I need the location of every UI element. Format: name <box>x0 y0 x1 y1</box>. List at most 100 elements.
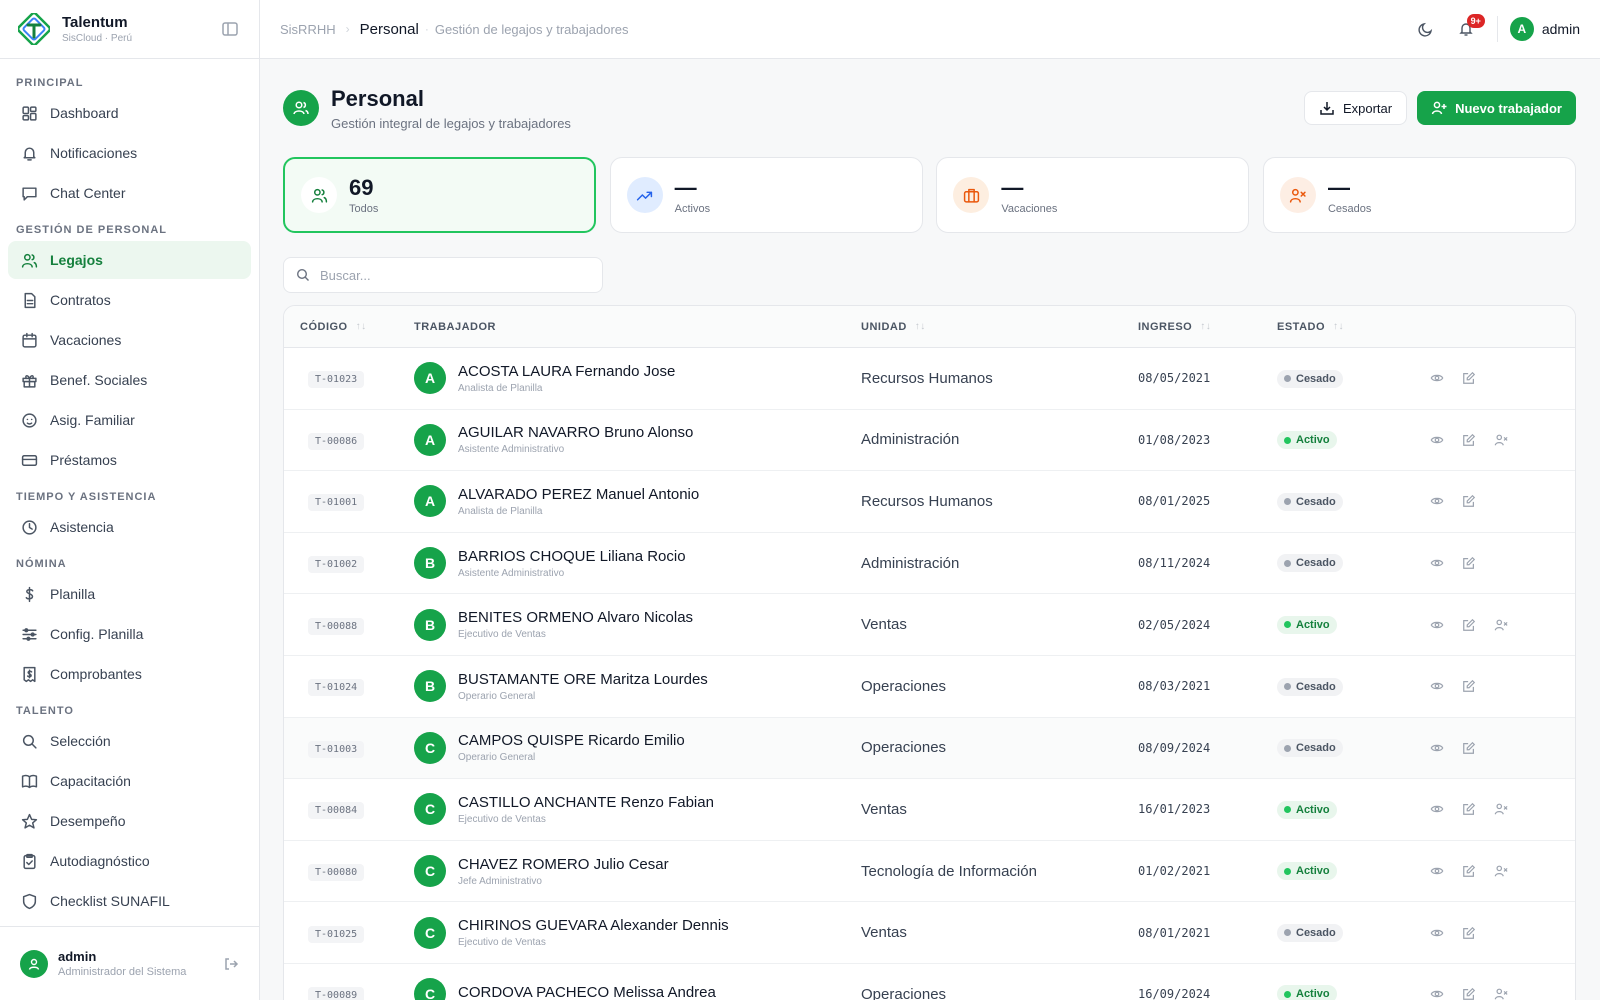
edit-button[interactable] <box>1453 428 1485 452</box>
table-row[interactable]: T-01025 C CHIRINOS GUEVARA Alexander Denni… <box>284 902 1575 964</box>
sidebar-toggle-icon[interactable] <box>221 20 239 38</box>
table-row[interactable]: T-01023 A ACOSTA LAURA Fernando Jose Analis… <box>284 348 1575 410</box>
sidebar-item-desempeno[interactable]: Desempeño <box>8 802 251 840</box>
status-dot <box>1284 806 1291 814</box>
terminate-button[interactable] <box>1485 982 1517 1000</box>
worker-avatar: C <box>414 793 446 826</box>
edit-button[interactable] <box>1453 797 1485 821</box>
view-button[interactable] <box>1421 797 1453 821</box>
notifications-button[interactable]: 9+ <box>1449 12 1485 46</box>
table-row[interactable]: T-01002 B BARRIOS CHOQUE Liliana Rocio Asis… <box>284 533 1575 595</box>
table-row[interactable]: T-00089 C CORDOVA PACHECO Melissa Andrea Op… <box>284 964 1575 1000</box>
sidebar-item-notificaciones[interactable]: Notificaciones <box>8 134 251 172</box>
new-worker-button[interactable]: Nuevo trabajador <box>1417 91 1576 125</box>
chat-icon <box>21 186 37 201</box>
stat-card-todos[interactable]: 69 Todos <box>283 157 596 233</box>
edit-button[interactable] <box>1453 551 1485 575</box>
sidebar-item-legajos[interactable]: Legajos <box>8 241 251 279</box>
edit-button[interactable] <box>1453 859 1485 883</box>
logout-icon[interactable] <box>223 956 239 972</box>
status-label: Cesado <box>1296 742 1336 755</box>
column-header-code[interactable]: CÓDIGO ↑↓ <box>284 321 414 333</box>
status-label: Cesado <box>1296 557 1336 570</box>
edit-button[interactable] <box>1453 613 1485 637</box>
view-button[interactable] <box>1421 428 1453 452</box>
sidebar-item-autodiagnostico[interactable]: Autodiagnóstico <box>8 842 251 880</box>
sort-icon: ↑↓ <box>355 321 367 332</box>
view-button[interactable] <box>1421 736 1453 760</box>
edit-button[interactable] <box>1453 736 1485 760</box>
header-avatar[interactable]: A <box>1509 17 1534 41</box>
worker-code: T-01003 <box>308 740 365 758</box>
users-icon <box>311 188 327 203</box>
sidebar-item-contratos[interactable]: Contratos <box>8 281 251 319</box>
edit-button[interactable] <box>1453 921 1485 945</box>
table-row[interactable]: T-01024 B BUSTAMANTE ORE Maritza Lourdes Op… <box>284 656 1575 718</box>
star-icon <box>21 813 37 829</box>
terminate-button[interactable] <box>1485 613 1517 637</box>
edit-button[interactable] <box>1453 982 1485 1000</box>
terminate-button[interactable] <box>1485 797 1517 821</box>
view-button[interactable] <box>1421 366 1453 390</box>
stat-card-activos[interactable]: — Activos <box>609 157 923 233</box>
dollar-icon <box>25 586 33 602</box>
sidebar-item-config-planilla[interactable]: Config. Planilla <box>8 615 251 653</box>
breadcrumb-root[interactable]: SisRRHH <box>280 22 336 37</box>
sidebar-item-checklist-sunafil[interactable]: Checklist SUNAFIL <box>8 882 251 920</box>
worker-unit: Recursos Humanos <box>861 492 993 510</box>
view-button[interactable] <box>1421 551 1453 575</box>
eye-icon <box>1430 375 1444 382</box>
worker-name: CORDOVA PACHECO Melissa Andrea <box>458 984 716 1000</box>
edit-button[interactable] <box>1453 489 1485 513</box>
status-label: Cesado <box>1296 372 1336 385</box>
sidebar-item-label: Comprobantes <box>50 666 142 682</box>
worker-unit: Administración <box>861 554 960 572</box>
search-input[interactable] <box>320 267 580 283</box>
status-dot <box>1284 436 1291 444</box>
stat-label: Todos <box>349 202 379 215</box>
sidebar-item-vacaciones[interactable]: Vacaciones <box>8 321 251 359</box>
table-row[interactable]: T-00086 A AGUILAR NAVARRO Bruno Alonso Asis… <box>284 410 1575 472</box>
worker-role: Operario General <box>458 690 536 702</box>
sidebar-item-planilla[interactable]: Planilla <box>8 575 251 613</box>
search-box[interactable] <box>283 257 603 293</box>
view-button[interactable] <box>1421 859 1453 883</box>
column-header-status[interactable]: ESTADO ↑↓ <box>1277 321 1417 333</box>
sidebar-item-chat-center[interactable]: Chat Center <box>8 174 251 212</box>
table-row[interactable]: T-01001 A ALVARADO PEREZ Manuel Antonio Ana… <box>284 471 1575 533</box>
column-header-unit[interactable]: UNIDAD ↑↓ <box>861 321 1138 333</box>
sidebar-item-seleccion[interactable]: Selección <box>8 722 251 760</box>
sidebar-item-capacitacion[interactable]: Capacitación <box>8 762 251 800</box>
view-button[interactable] <box>1421 982 1453 1000</box>
terminate-button[interactable] <box>1485 428 1517 452</box>
stat-card-cesados[interactable]: — Cesados <box>1262 157 1576 233</box>
page-icon <box>283 90 319 126</box>
sidebar-item-prestamos[interactable]: Préstamos <box>8 441 251 479</box>
sidebar-user[interactable]: admin Administrador del Sistema <box>0 926 259 1000</box>
export-button[interactable]: Exportar <box>1303 91 1408 125</box>
column-header-date[interactable]: INGRESO ↑↓ <box>1138 321 1277 333</box>
view-button[interactable] <box>1421 921 1453 945</box>
table-row[interactable]: T-00084 C CASTILLO ANCHANTE Renzo Fabian Ej… <box>284 779 1575 841</box>
view-button[interactable] <box>1421 489 1453 513</box>
sidebar-item-comprobantes[interactable]: Comprobantes <box>8 655 251 693</box>
worker-code: T-01002 <box>308 556 365 574</box>
calendar-icon <box>21 332 37 348</box>
table-row[interactable]: T-01003 C CAMPOS QUISPE Ricardo Emilio Oper… <box>284 717 1575 780</box>
sidebar-item-asistencia[interactable]: Asistencia <box>8 508 251 546</box>
theme-toggle-button[interactable] <box>1409 12 1443 46</box>
header-user-name[interactable]: admin <box>1542 21 1580 37</box>
worker-start-date: 08/01/2025 <box>1138 494 1211 509</box>
worker-role: Operario General <box>458 752 536 764</box>
edit-button[interactable] <box>1453 366 1485 390</box>
table-row[interactable]: T-00080 C CHAVEZ ROMERO Julio Cesar Jefe Ad… <box>284 841 1575 903</box>
view-button[interactable] <box>1421 674 1453 698</box>
sidebar-item-benef-sociales[interactable]: Benef. Sociales <box>8 361 251 399</box>
edit-button[interactable] <box>1453 674 1485 698</box>
terminate-button[interactable] <box>1485 859 1517 883</box>
sidebar-item-dashboard[interactable]: Dashboard <box>8 94 251 132</box>
sidebar-item-asig-familiar[interactable]: Asig. Familiar <box>8 401 251 439</box>
stat-card-vacaciones[interactable]: — Vacaciones <box>936 157 1250 233</box>
table-row[interactable]: T-00088 B BENITES ORMENO Alvaro Nicolas Eje… <box>284 594 1575 656</box>
view-button[interactable] <box>1421 613 1453 637</box>
